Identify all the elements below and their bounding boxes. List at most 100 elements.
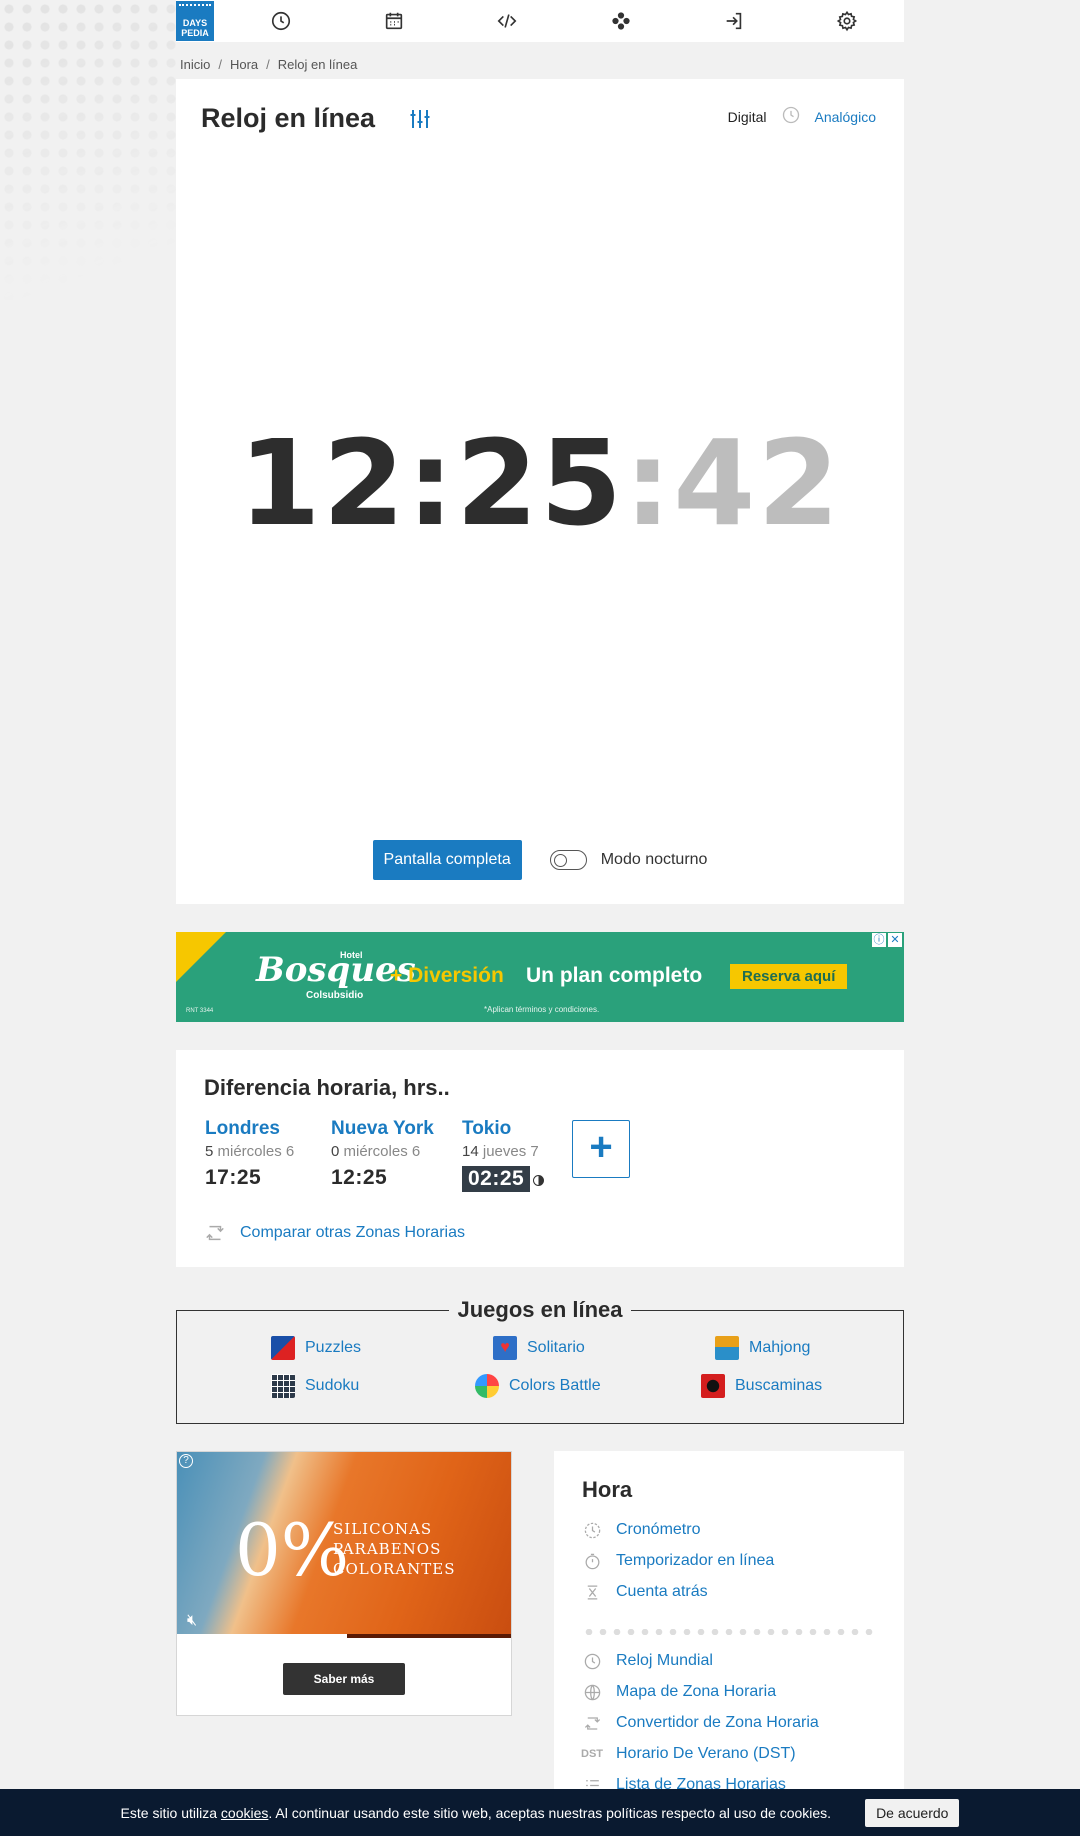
video-ad-line: SILICONAS (333, 1520, 433, 1538)
game-label: Buscaminas (735, 1377, 823, 1394)
logo-line2: PEDIA (181, 28, 209, 38)
compare-label: Comparar otras Zonas Horarias (240, 1224, 465, 1241)
time-difference-card: Diferencia horaria, hrs.. Londres 5 miér… (176, 1050, 904, 1267)
gear-icon[interactable] (833, 7, 861, 35)
clock-hours-minutes: 12:25 (238, 414, 625, 552)
city-name[interactable]: Nueva York (331, 1118, 434, 1140)
ad-close-icon[interactable]: ✕ (888, 933, 902, 947)
compare-timezones-link[interactable]: Comparar otras Zonas Horarias (204, 1222, 465, 1244)
game-puzzles[interactable]: Puzzles (271, 1336, 361, 1360)
city-london: Londres 5 miércoles 6 17:25 (205, 1118, 294, 1190)
dst-icon: DST (581, 1748, 603, 1760)
game-minesweeper[interactable]: Buscaminas (701, 1374, 822, 1398)
city-time: 17:25 (205, 1166, 262, 1189)
ad-info-icon[interactable]: ⓘ (872, 933, 886, 947)
divider (582, 1629, 876, 1635)
hora-link-label: Cuenta atrás (616, 1583, 708, 1600)
time-difference-title: Diferencia horaria, hrs.. (204, 1075, 450, 1100)
sliders-icon[interactable] (408, 107, 432, 131)
calendar-icon[interactable] (380, 7, 408, 35)
hora-link-label: Horario De Verano (DST) (616, 1745, 796, 1762)
sudoku-icon (271, 1374, 295, 1398)
view-analog-option[interactable]: Analógico (815, 109, 877, 125)
online-games-box: Juegos en línea Puzzles ♥ Solitario Mahj… (176, 1297, 904, 1424)
night-mode-label: Modo nocturno (600, 851, 708, 868)
city-time-row: 02:25 (462, 1166, 545, 1192)
minesweeper-icon (701, 1374, 725, 1398)
dayspedia-logo[interactable]: DAYS PEDIA (176, 1, 214, 41)
hora-link-timer[interactable]: Temporizador en línea (582, 1551, 774, 1571)
ad-cta-button[interactable]: Reserva aquí (730, 964, 848, 989)
hora-title: Hora (582, 1477, 633, 1502)
cookie-text: Este sitio utiliza cookies. Al continuar… (121, 1805, 832, 1821)
hora-link-world-clock[interactable]: Reloj Mundial (582, 1651, 713, 1671)
city-day: 0 miércoles 6 (331, 1143, 434, 1160)
game-colors-battle[interactable]: Colors Battle (475, 1374, 601, 1398)
city-tokyo: Tokio 14 jueves 7 02:25 (462, 1118, 545, 1192)
fullscreen-button[interactable]: Pantalla completa (372, 840, 522, 880)
stopwatch-icon (582, 1520, 602, 1540)
games-title: Juegos en línea (449, 1297, 631, 1322)
city-time: 12:25 (331, 1166, 388, 1189)
hora-link-label: Cronómetro (616, 1521, 701, 1538)
cookie-bar: Este sitio utiliza cookies. Al continuar… (0, 1789, 1080, 1836)
cookie-policy-link[interactable]: cookies (221, 1805, 268, 1821)
mute-icon[interactable]: 🔇︎ (187, 1612, 197, 1630)
ad-brand-hotel: Hotel (340, 950, 363, 960)
cookie-text-after: . Al continuar usando este sitio web, ac… (268, 1804, 832, 1821)
digital-clock-display: 12:25:42 (176, 414, 904, 552)
help-icon[interactable]: ? (179, 1454, 193, 1468)
breadcrumb-home[interactable]: Inicio (180, 57, 210, 72)
puzzle-icon (271, 1336, 295, 1360)
ad-rnt: RNT 3344 (186, 1008, 214, 1014)
game-label: Solitario (527, 1339, 585, 1356)
video-ad[interactable]: ? 0% SILICONAS PARABENOS COLORANTES 🔇︎ S… (176, 1451, 512, 1716)
video-ad-player[interactable]: ? 0% SILICONAS PARABENOS COLORANTES 🔇︎ (177, 1452, 511, 1638)
hora-sidebar: Hora Cronómetro Temporizador en línea Cu… (554, 1451, 904, 1793)
game-solitaire[interactable]: ♥ Solitario (493, 1336, 585, 1360)
game-label: Puzzles (305, 1339, 362, 1356)
colors-battle-icon (475, 1374, 499, 1398)
video-ad-line: COLORANTES (333, 1560, 456, 1578)
cookie-accept-button[interactable]: De acuerdo (865, 1798, 960, 1827)
hora-link-label: Temporizador en línea (616, 1552, 775, 1569)
hora-link-dst[interactable]: DST Horario De Verano (DST) (581, 1744, 796, 1764)
video-ad-line: PARABENOS (333, 1540, 442, 1558)
login-icon[interactable] (720, 7, 748, 35)
learn-more-button[interactable]: Saber más (283, 1663, 405, 1695)
hora-link-label: Convertidor de Zona Horaria (616, 1714, 819, 1731)
city-offset: 0 (331, 1143, 340, 1160)
hora-link-timezone-map[interactable]: Mapa de Zona Horaria (582, 1682, 776, 1702)
clock-card: Reloj en línea Digital Analógico 12:25:4… (176, 79, 904, 904)
city-name[interactable]: Londres (205, 1118, 294, 1140)
games-icon[interactable] (607, 7, 635, 35)
breadcrumb-separator: / (218, 57, 222, 72)
hora-link-converter[interactable]: Convertidor de Zona Horaria (582, 1713, 819, 1733)
view-toggle: Digital Analógico (728, 105, 876, 128)
add-city-button[interactable]: + (572, 1120, 630, 1178)
night-mode-switch[interactable] (549, 850, 587, 870)
ad-corner-decoration (176, 932, 226, 982)
clock-seconds: :42 (624, 414, 842, 552)
game-sudoku[interactable]: Sudoku (271, 1374, 359, 1398)
hora-link-countdown[interactable]: Cuenta atrás (582, 1582, 708, 1602)
night-moon-icon (533, 1175, 545, 1187)
ad-banner[interactable]: Bosques Hotel Colsubsidio + Diversión Un… (176, 932, 904, 1022)
city-offset: 14 (462, 1143, 479, 1160)
breadcrumb-hora[interactable]: Hora (230, 57, 258, 72)
mahjong-icon (715, 1336, 739, 1360)
city-weekday: jueves 7 (482, 1143, 539, 1160)
clock-outline-icon (781, 105, 801, 128)
clock-icon[interactable] (267, 7, 295, 35)
cookie-text-before: Este sitio utiliza (120, 1804, 221, 1821)
game-mahjong[interactable]: Mahjong (715, 1336, 810, 1360)
hora-link-stopwatch[interactable]: Cronómetro (582, 1520, 700, 1540)
clock-icon (582, 1651, 602, 1671)
view-digital-option[interactable]: Digital (728, 109, 767, 125)
city-weekday: miércoles 6 (343, 1143, 421, 1160)
solitaire-icon: ♥ (493, 1336, 517, 1360)
city-name[interactable]: Tokio (462, 1118, 544, 1140)
night-mode-toggle[interactable]: Modo nocturno (549, 850, 708, 870)
code-icon[interactable] (493, 7, 521, 35)
ad-terms: *Aplican términos y condiciones. (484, 1005, 600, 1014)
